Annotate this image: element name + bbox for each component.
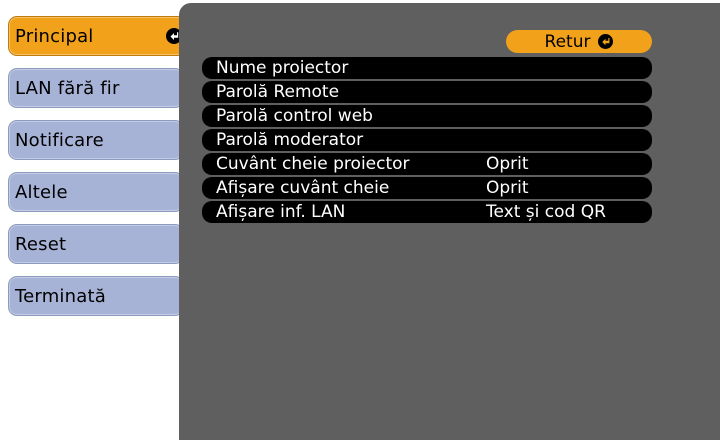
return-button-label: Retur <box>544 31 591 52</box>
setting-row-remote-password[interactable]: Parolă Remote <box>202 81 652 103</box>
setting-label: Nume proiector <box>216 58 349 78</box>
setting-row-projector-keyword[interactable]: Cuvânt cheie proiector Oprit <box>202 153 652 175</box>
setting-label: Afișare cuvânt cheie <box>216 178 390 198</box>
sidebar-item-label: Altele <box>15 181 68 203</box>
setting-label: Afișare inf. LAN <box>216 202 346 222</box>
sidebar-item-label: Reset <box>15 233 67 255</box>
return-button[interactable]: Retur <box>506 30 652 53</box>
sidebar-item-label: Notificare <box>15 129 104 151</box>
setting-row-display-keyword[interactable]: Afișare cuvânt cheie Oprit <box>202 177 652 199</box>
sidebar-item-label: Terminată <box>15 285 106 307</box>
setting-row-web-control-password[interactable]: Parolă control web <box>202 105 652 127</box>
sidebar-item-label: LAN fără fir <box>15 77 120 99</box>
setting-label: Parolă moderator <box>216 130 364 150</box>
setting-row-projector-name[interactable]: Nume proiector <box>202 57 652 79</box>
setting-row-moderator-password[interactable]: Parolă moderator <box>202 129 652 151</box>
sidebar-item-principal[interactable]: Principal <box>8 16 192 56</box>
setting-label: Cuvânt cheie proiector <box>216 154 410 174</box>
setting-label: Parolă Remote <box>216 82 340 102</box>
sidebar-item-notification[interactable]: Notificare <box>8 120 184 160</box>
sidebar-item-reset[interactable]: Reset <box>8 224 184 264</box>
sidebar-item-done[interactable]: Terminată <box>8 276 184 316</box>
sidebar-item-other[interactable]: Altele <box>8 172 184 212</box>
setting-value: Oprit <box>486 154 529 174</box>
setting-row-display-lan-info[interactable]: Afișare inf. LAN Text și cod QR <box>202 201 652 223</box>
enter-icon <box>598 34 614 49</box>
setting-label: Parolă control web <box>216 106 373 126</box>
sidebar-item-wireless-lan[interactable]: LAN fără fir <box>8 68 184 108</box>
setting-value: Oprit <box>486 178 529 198</box>
sidebar-item-label: Principal <box>15 25 94 47</box>
setting-value: Text și cod QR <box>486 202 606 222</box>
